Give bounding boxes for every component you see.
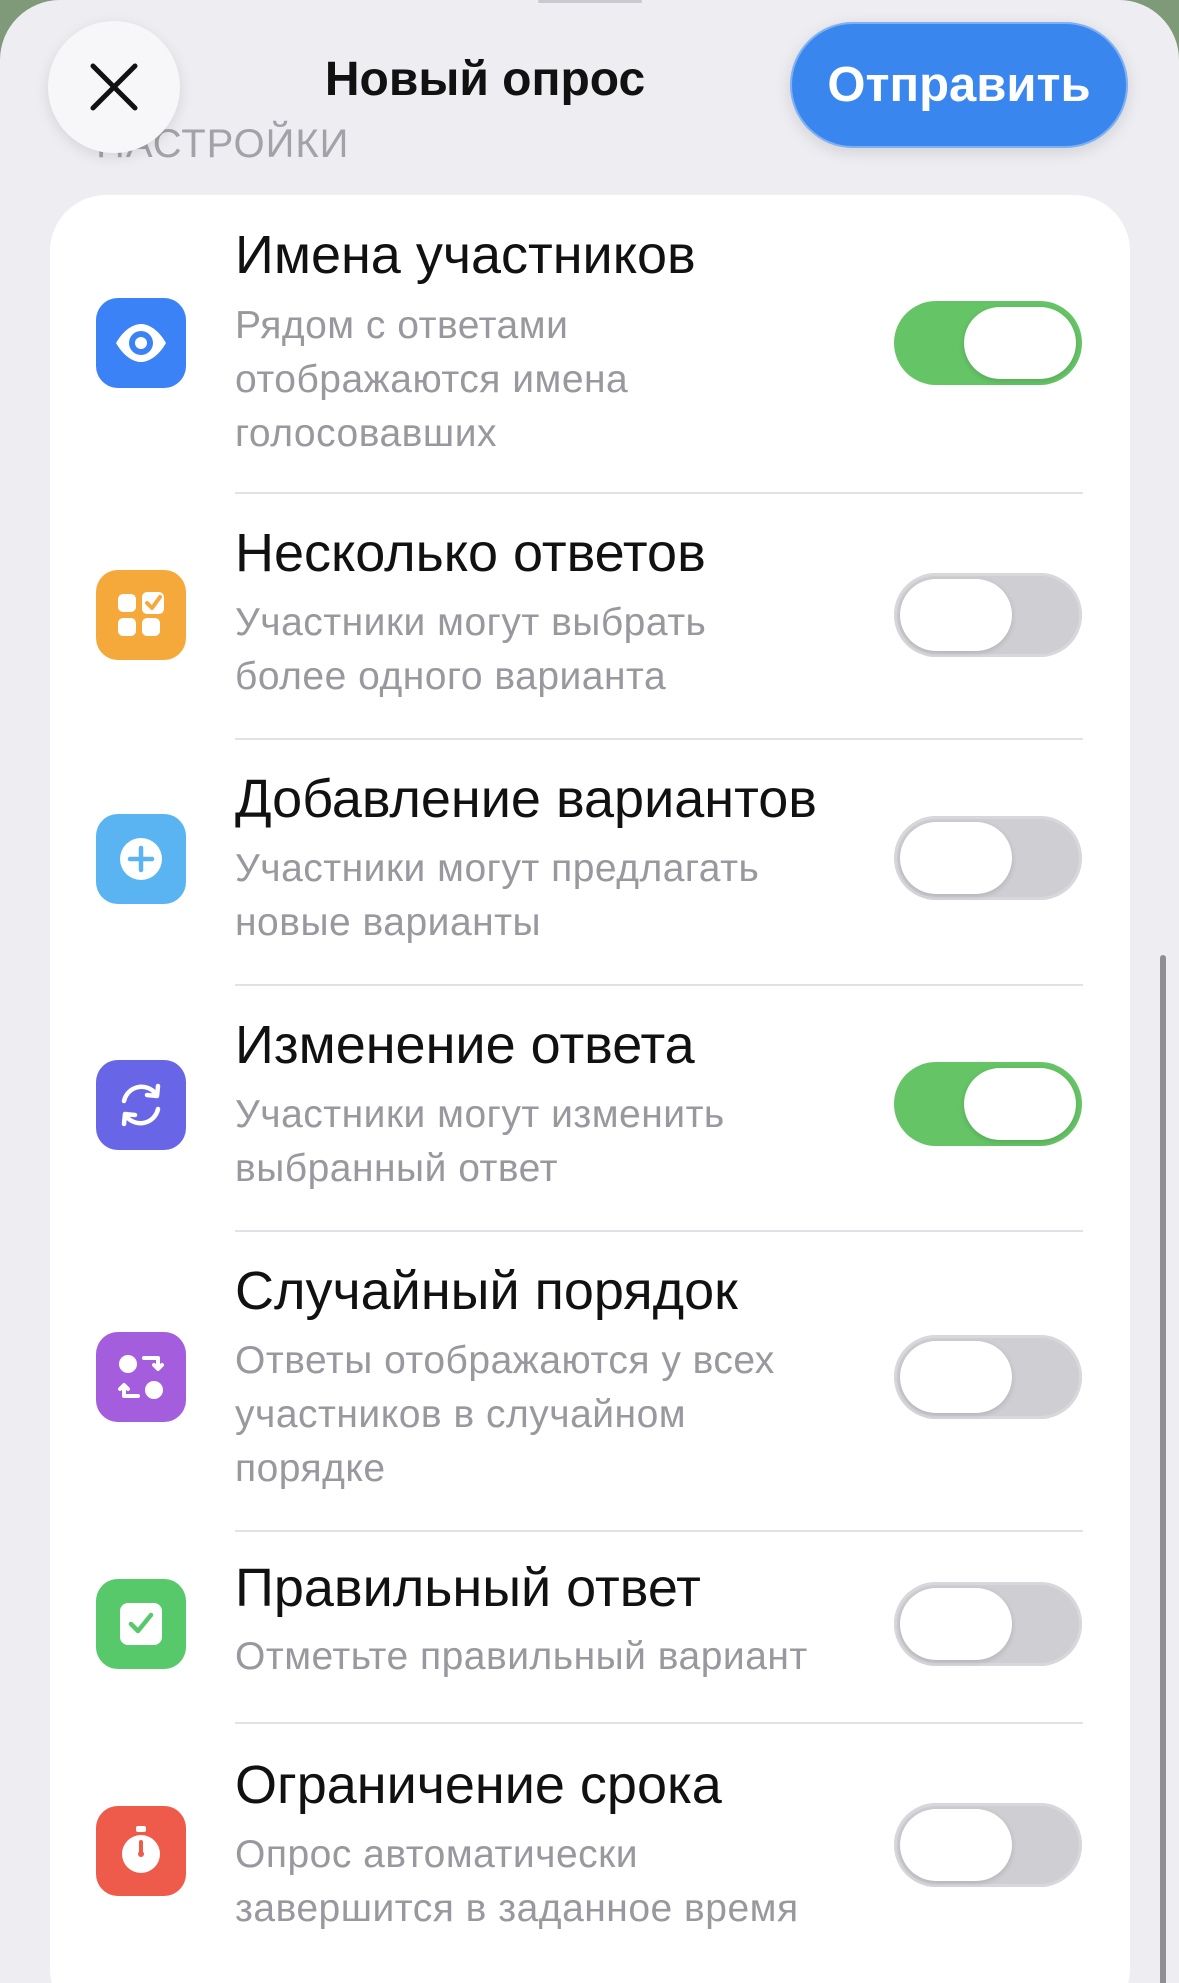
toggle-random-order[interactable] [894, 1335, 1082, 1419]
eye-icon [96, 298, 186, 388]
setting-title: Ограничение срока [235, 1755, 722, 1815]
toggle-knob [900, 1809, 1012, 1881]
scrollbar[interactable] [1160, 955, 1166, 1983]
close-icon [90, 63, 138, 111]
setting-row-multiple-answers[interactable]: Несколько ответов Участники могут выбрат… [50, 494, 1130, 738]
send-button[interactable]: Отправить [790, 22, 1128, 148]
setting-title: Добавление вариантов [235, 769, 817, 829]
refresh-icon [96, 1060, 186, 1150]
page-title: Новый опрос [324, 53, 646, 106]
toggle-change-answer[interactable] [894, 1062, 1082, 1146]
settings-card: Имена участников Рядом с ответами отобра… [50, 195, 1130, 1983]
checkmark-square-icon [96, 1579, 186, 1669]
toggle-knob [900, 1588, 1012, 1660]
setting-row-correct-answer[interactable]: Правильный ответ Отметьте правильный вар… [50, 1532, 1130, 1722]
setting-row-change-answer[interactable]: Изменение ответа Участники могут изменит… [50, 986, 1130, 1230]
sheet-grabber[interactable] [538, 0, 642, 3]
setting-subtitle: Рядом с ответами отображаются имена голо… [235, 304, 629, 455]
setting-row-voter-names[interactable]: Имена участников Рядом с ответами отобра… [50, 195, 1130, 493]
setting-row-add-options[interactable]: Добавление вариантов Участники могут пре… [50, 740, 1130, 984]
setting-subtitle: Ответы отображаются у всех участников в … [235, 1339, 775, 1490]
setting-row-time-limit[interactable]: Ограничение срока Опрос автоматически за… [50, 1724, 1130, 1968]
setting-subtitle: Участники могут изменить выбранный ответ [235, 1093, 725, 1190]
checklist-grid-icon [96, 570, 186, 660]
setting-title: Случайный порядок [235, 1261, 738, 1321]
stopwatch-icon [96, 1806, 186, 1896]
setting-title: Несколько ответов [235, 523, 706, 583]
setting-title: Имена участников [235, 225, 696, 285]
toggle-correct-answer[interactable] [894, 1582, 1082, 1666]
shuffle-icon [96, 1332, 186, 1422]
toggle-knob [900, 1341, 1012, 1413]
plus-circle-icon [96, 814, 186, 904]
toggle-knob [900, 822, 1012, 894]
toggle-knob [964, 307, 1076, 379]
setting-title: Правильный ответ [235, 1558, 701, 1618]
setting-row-random-order[interactable]: Случайный порядок Ответы отображаются у … [50, 1232, 1130, 1530]
toggle-multiple-answers[interactable] [894, 573, 1082, 657]
setting-subtitle: Участники могут предлагать новые вариант… [235, 847, 760, 944]
setting-title: Изменение ответа [235, 1015, 695, 1075]
poll-sheet: НАСТРОЙКИ Новый опрос Отправить Имена уч… [0, 0, 1179, 1983]
toggle-time-limit[interactable] [894, 1803, 1082, 1887]
setting-subtitle: Опрос автоматически завершится в заданно… [235, 1833, 799, 1930]
setting-subtitle: Участники могут выбрать более одного вар… [235, 601, 707, 698]
toggle-add-options[interactable] [894, 816, 1082, 900]
setting-subtitle: Отметьте правильный вариант [235, 1635, 808, 1678]
toggle-knob [900, 579, 1012, 651]
toggle-voter-names[interactable] [894, 301, 1082, 385]
close-button[interactable] [48, 21, 180, 153]
toggle-knob [964, 1068, 1076, 1140]
